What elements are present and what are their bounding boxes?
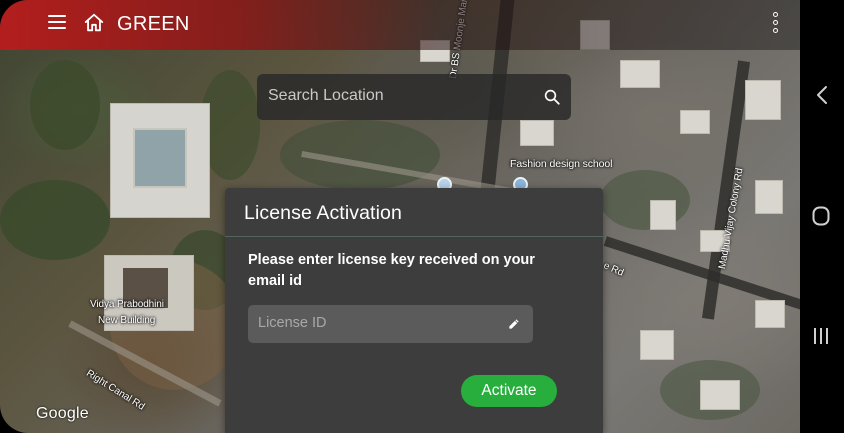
map-building-label: New Building [98,315,156,326]
google-attribution: Google [36,405,89,422]
menu-icon[interactable] [48,15,66,29]
recents-icon[interactable] [811,327,831,345]
dialog-divider [225,236,603,237]
home-icon[interactable] [83,12,105,34]
dialog-title: License Activation [244,202,402,224]
search-bar[interactable] [257,74,571,120]
map-road-label: e Rd [601,260,626,279]
map-building [755,300,785,328]
pencil-icon[interactable] [507,317,521,331]
map-building [700,380,740,410]
app-title: GREEN [117,13,190,35]
map-building-label: Vidya Prabodhini [90,299,164,310]
chevron-left-icon[interactable] [815,85,829,105]
license-id-field[interactable] [248,305,533,343]
search-icon[interactable] [543,88,561,106]
map-building [755,180,783,214]
map-building [680,110,710,134]
map-vegetation [600,170,690,230]
map-building [650,200,676,230]
dialog-message: Please enter license key received on you… [248,252,535,289]
more-vertical-icon[interactable] [771,12,779,38]
map-vegetation [0,180,110,260]
license-dialog: License Activation Please enter license … [225,188,603,433]
map-building [520,120,554,146]
map-place-label: Fashion design school [510,158,613,170]
map-building [745,80,781,120]
map-vegetation [30,60,100,150]
circle-home-icon[interactable] [812,206,830,226]
activate-button[interactable]: Activate [461,375,557,407]
map-building-main [110,103,210,218]
map-building [640,330,674,360]
search-input[interactable] [268,87,528,105]
map-building [620,60,660,88]
license-id-input[interactable] [258,315,488,331]
